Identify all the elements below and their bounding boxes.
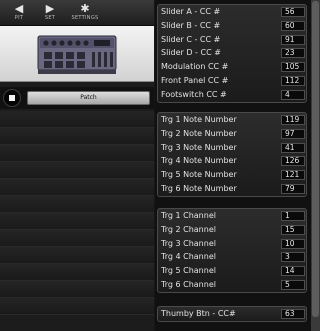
setting-value-field[interactable]: 126 — [281, 156, 305, 167]
setting-value-field[interactable]: 119 — [281, 115, 305, 125]
setting-value-field[interactable]: 15 — [281, 224, 305, 235]
setting-label: Slider D - CC # — [161, 48, 221, 58]
setting-row: Trg 6 Note Number 79 — [158, 182, 306, 196]
stop-icon[interactable] — [3, 89, 21, 107]
setting-row: Trg 5 Channel 14 — [158, 264, 306, 278]
drum-machine-icon — [37, 35, 117, 74]
list-item[interactable] — [0, 247, 154, 264]
list-item[interactable] — [0, 298, 154, 315]
arrow-left-icon: ◀ — [14, 2, 24, 15]
setting-value-field[interactable]: 121 — [281, 170, 305, 181]
list-item[interactable] — [0, 111, 154, 128]
setting-value-field[interactable]: 5 — [281, 279, 305, 290]
patch-list[interactable] — [0, 111, 154, 331]
setting-label: Modulation CC # — [161, 62, 229, 72]
list-item[interactable] — [0, 196, 154, 213]
setting-row: Trg 6 Channel 5 — [158, 278, 306, 292]
setting-row: Trg 5 Note Number 121 — [158, 168, 306, 182]
setting-value-field[interactable]: 3 — [281, 252, 305, 263]
setting-label: Trg 5 Channel — [161, 266, 216, 276]
setting-row: Trg 3 Note Number 41 — [158, 141, 306, 155]
setting-row: Trg 2 Channel 15 — [158, 223, 306, 237]
list-item[interactable] — [0, 162, 154, 179]
thumby-group: Thumby Btn - CC# 63 — [157, 306, 307, 322]
setting-value-field[interactable]: 10 — [281, 238, 305, 249]
setting-value-field[interactable]: 79 — [281, 183, 305, 194]
list-item[interactable] — [0, 213, 154, 230]
list-item[interactable] — [0, 230, 154, 247]
setting-label: Trg 2 Note Number — [161, 128, 237, 138]
setting-label: Slider C - CC # — [161, 34, 221, 44]
setting-row: Slider C - CC # 91 — [158, 33, 306, 47]
setting-label: Trg 6 Note Number — [161, 183, 237, 193]
setting-row: Footswitch CC # 4 — [158, 88, 306, 102]
settings-panel: Slider A - CC # 56 Slider B - CC # 60 Slid… — [155, 0, 320, 331]
scrollbar-thumb[interactable] — [312, 1, 319, 317]
setting-row: Trg 1 Channel 1 — [158, 209, 306, 223]
setting-value-field[interactable]: 23 — [281, 48, 305, 59]
setting-row: Modulation CC # 105 — [158, 60, 306, 74]
setting-row: Front Panel CC # 112 — [158, 74, 306, 88]
list-item[interactable] — [0, 128, 154, 145]
patch-button[interactable]: Patch — [27, 91, 150, 105]
setting-value-field[interactable]: 97 — [281, 128, 305, 139]
setting-row: Slider B - CC # 60 — [158, 19, 306, 33]
setting-row: Trg 3 Channel 10 — [158, 237, 306, 251]
setting-row: Thumby Btn - CC# 63 — [158, 307, 306, 321]
setting-value-field[interactable]: 112 — [281, 75, 305, 86]
toolbar: ◀ PIT ▶ SET ✱ SETTINGS — [0, 0, 154, 26]
set-button[interactable]: ▶ SET — [33, 2, 67, 24]
arrow-right-icon: ▶ — [45, 2, 55, 15]
settings-button-label: SETTINGS — [71, 15, 99, 21]
setting-label: Trg 4 Channel — [161, 252, 216, 262]
pit-button-label: PIT — [14, 15, 24, 21]
setting-label: Slider B - CC # — [161, 20, 221, 30]
setting-value-field[interactable]: 63 — [281, 309, 305, 319]
setting-label: Trg 1 Channel — [161, 211, 216, 220]
setting-label: Trg 5 Note Number — [161, 170, 237, 180]
note-number-group: Trg 1 Note Number 119 Trg 2 Note Number 97… — [157, 112, 307, 197]
list-item[interactable] — [0, 264, 154, 281]
setting-row: Trg 4 Note Number 126 — [158, 154, 306, 168]
list-item[interactable] — [0, 145, 154, 162]
setting-row: Trg 2 Note Number 97 — [158, 127, 306, 141]
setting-label: Trg 2 Channel — [161, 224, 216, 234]
setting-value-field[interactable]: 14 — [281, 266, 305, 277]
setting-label: Footswitch CC # — [161, 89, 227, 99]
setting-label: Slider A - CC # — [161, 7, 221, 16]
setting-label: Front Panel CC # — [161, 75, 229, 85]
settings-button[interactable]: ✱ SETTINGS — [68, 2, 102, 24]
set-button-label: SET — [44, 15, 56, 21]
left-panel: ◀ PIT ▶ SET ✱ SETTINGS Patch — [0, 0, 154, 331]
scrollbar[interactable] — [311, 0, 320, 331]
setting-value-field[interactable]: 91 — [281, 34, 305, 45]
cc-group: Slider A - CC # 56 Slider B - CC # 60 Slid… — [157, 4, 307, 103]
setting-label: Trg 6 Channel — [161, 279, 216, 289]
setting-value-field[interactable]: 56 — [281, 7, 305, 17]
setting-value-field[interactable]: 41 — [281, 142, 305, 153]
setting-row: Trg 1 Note Number 119 — [158, 113, 306, 127]
setting-row: Slider D - CC # 23 — [158, 46, 306, 60]
device-image — [0, 26, 154, 82]
setting-value-field[interactable]: 105 — [281, 62, 305, 73]
list-item[interactable] — [0, 179, 154, 196]
setting-label: Trg 3 Channel — [161, 238, 216, 248]
setting-value-field[interactable]: 4 — [281, 89, 305, 100]
setting-label: Trg 4 Note Number — [161, 156, 237, 166]
list-item[interactable] — [0, 281, 154, 298]
setting-label: Thumby Btn - CC# — [161, 309, 236, 318]
setting-row: Slider A - CC # 56 — [158, 5, 306, 19]
setting-row: Trg 4 Channel 3 — [158, 250, 306, 264]
patch-row: Patch — [0, 87, 154, 109]
pit-button[interactable]: ◀ PIT — [2, 2, 36, 24]
setting-value-field[interactable]: 1 — [281, 211, 305, 221]
gear-icon: ✱ — [80, 2, 90, 15]
channel-group: Trg 1 Channel 1 Trg 2 Channel 15 Trg 3 Cha… — [157, 208, 307, 293]
setting-label: Trg 3 Note Number — [161, 142, 237, 152]
setting-value-field[interactable]: 60 — [281, 20, 305, 31]
setting-label: Trg 1 Note Number — [161, 115, 237, 124]
